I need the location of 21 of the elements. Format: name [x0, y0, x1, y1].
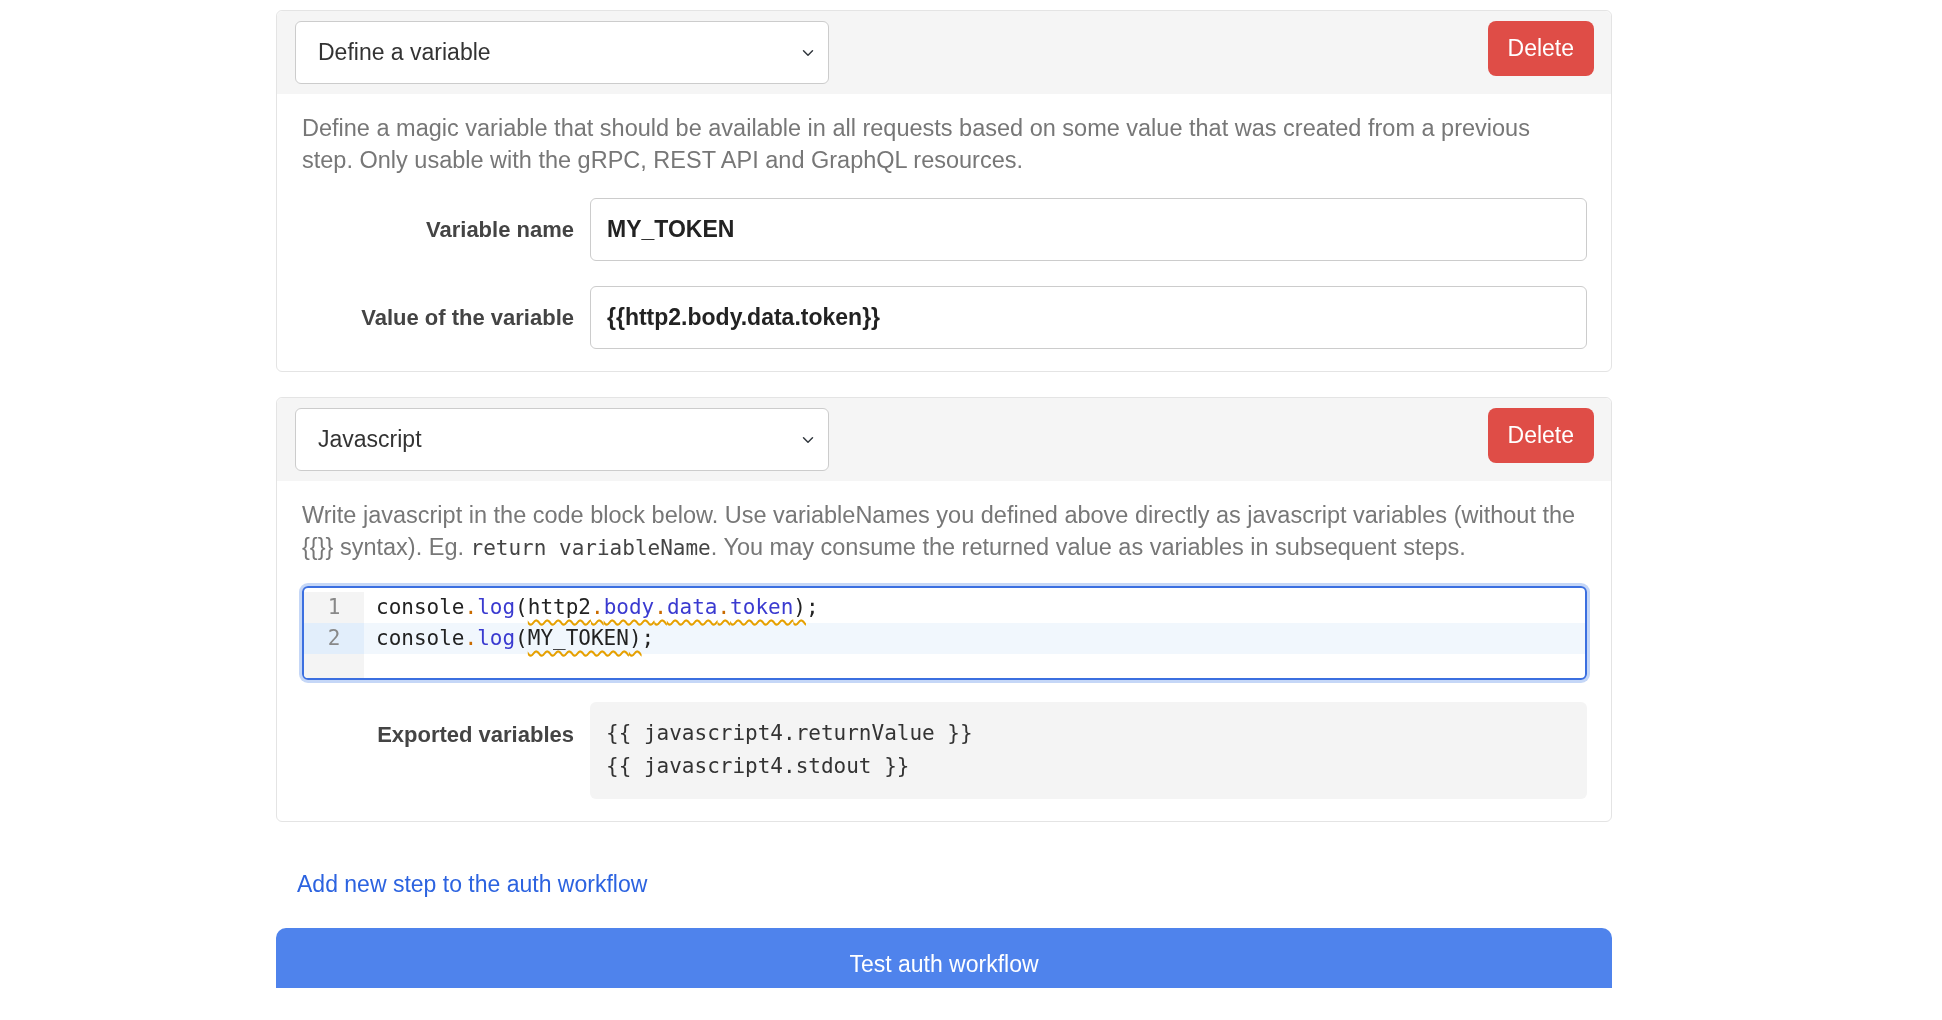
editor-gutter [304, 654, 364, 678]
add-step-link[interactable]: Add new step to the auth workflow [297, 867, 648, 902]
line-number: 2 [304, 623, 364, 654]
step-type-select[interactable]: Define a variable [295, 21, 829, 84]
text-field[interactable]: MY_TOKEN [590, 198, 1587, 261]
field-label: Exported variables [376, 721, 575, 749]
code-line: console.log(MY_TOKEN); [375, 625, 655, 652]
exported-variable: {{ javascript4.stdout }} [606, 753, 911, 780]
delete-button[interactable]: Delete [1487, 408, 1594, 463]
text-field[interactable]: {{http2.body.data.token}} [590, 286, 1587, 349]
test-workflow-button[interactable]: Test auth workflow [276, 927, 1612, 988]
field-label: Variable name [425, 216, 575, 244]
field-label: Value of the variable [360, 304, 575, 332]
step-description: Define a magic variable that should be available in all requests based on some value that was created from a previous step. Only usable with the gRPC, REST API and GraphQL resources. [302, 114, 1531, 175]
line-number: 1 [304, 592, 364, 623]
delete-button[interactable]: Delete [1487, 21, 1594, 76]
code-editor[interactable]: 1 console.log(http2.body.data.token); 2 console.log(MY_TOKEN); [302, 586, 1587, 680]
step-type-select[interactable]: Javascript [295, 408, 829, 471]
exported-variable: {{ javascript4.returnValue }} [606, 720, 974, 747]
code-line: console.log(http2.body.data.token); [375, 594, 819, 621]
step-description: Write javascript in the code block below. Use variableNames you defined above directly as javascript variables (without the {{}} syntax). Eg. return variableName. You may consume the returned value as variables in subsequent steps. [302, 501, 1577, 562]
